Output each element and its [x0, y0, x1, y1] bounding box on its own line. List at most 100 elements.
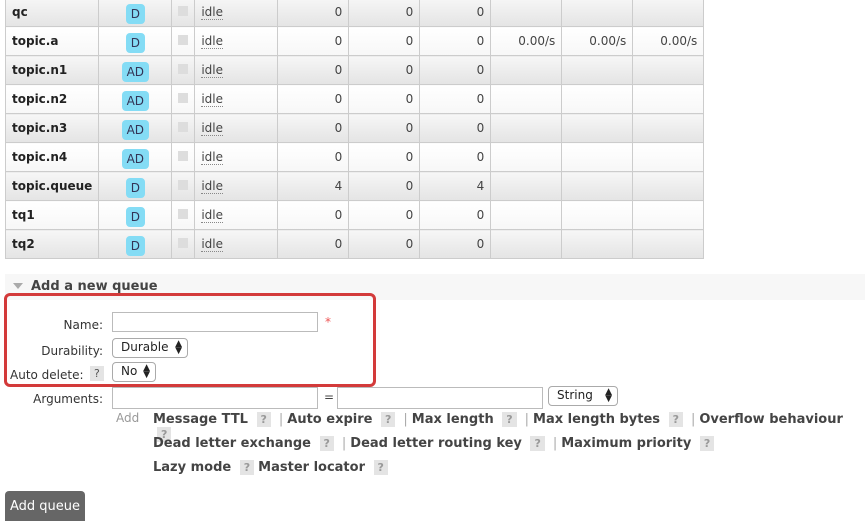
argument-key-input[interactable] — [112, 387, 318, 409]
durability-label: Durability: — [41, 344, 103, 358]
exclusive-checkbox-cell — [171, 142, 196, 172]
rate-deliver-cell: 0.00/s — [561, 26, 634, 56]
queue-name-link[interactable]: tq2 — [12, 237, 35, 251]
help-icon[interactable]: ? — [373, 460, 388, 475]
messages-ready-cell: 0 — [277, 26, 350, 56]
messages-unacked-cell: 0 — [348, 26, 421, 56]
queue-name-link-cell: topic.n4 — [4, 142, 100, 172]
messages-total: 0 — [476, 34, 485, 48]
messages-ready: 0 — [334, 121, 343, 135]
help-icon[interactable]: ? — [239, 460, 255, 475]
features-badge-cell: AD — [98, 55, 173, 85]
rate-incoming-cell — [490, 55, 563, 85]
help-icon[interactable]: ? — [381, 412, 396, 427]
separator: | — [278, 412, 284, 427]
queue-name-link[interactable]: topic.n1 — [12, 63, 67, 77]
argument-shortcut-link[interactable]: Max length bytes — [533, 412, 660, 427]
queue-name-link[interactable]: topic.a — [12, 34, 58, 48]
exclusive-checkbox — [178, 64, 189, 74]
features-badge: AD — [121, 149, 150, 169]
messages-total-cell: 0 — [419, 113, 492, 143]
rate-deliver-cell — [561, 113, 634, 143]
messages-total-cell: 0 — [419, 0, 492, 27]
argument-shortcut-link[interactable]: Lazy mode — [153, 460, 231, 475]
messages-ready-cell: 0 — [277, 142, 350, 172]
queue-name-link[interactable]: topic.n2 — [12, 92, 67, 106]
separator: | — [524, 412, 530, 427]
help-icon[interactable]: ? — [502, 412, 517, 427]
features-badge: D — [125, 178, 145, 198]
queue-name-link[interactable]: topic.n4 — [12, 150, 67, 164]
table-row: topic.a Didle 0 0 0 0.00/s 0.00/s 0.00/s — [4, 26, 705, 56]
features-badge-cell: D — [98, 200, 173, 230]
argument-shortcut-link[interactable]: Dead letter exchange — [153, 436, 311, 451]
add-queue-button[interactable]: Add queue — [5, 491, 85, 521]
argument-shortcut-link[interactable]: Maximum priority — [561, 436, 691, 451]
messages-ready: 4 — [334, 179, 343, 193]
separator: | — [552, 436, 558, 451]
messages-ready: 0 — [334, 208, 343, 222]
auto-delete-label: Auto delete: — [10, 368, 84, 382]
name-label: Name: — [63, 318, 103, 332]
help-icon[interactable]: ? — [668, 412, 683, 427]
rate-incoming-cell — [490, 200, 563, 230]
state-label-cell: idle — [194, 142, 279, 172]
state-label-cell: idle — [194, 171, 279, 201]
features-badge-cell: D — [98, 171, 173, 201]
messages-unacked: 0 — [405, 121, 414, 135]
features-badge-cell: D — [98, 26, 173, 56]
help-icon[interactable]: ? — [699, 436, 715, 451]
exclusive-checkbox-cell — [171, 84, 196, 114]
state-label-cell: idle — [194, 26, 279, 56]
messages-ready: 0 — [334, 92, 343, 106]
queue-name-link[interactable]: tq1 — [12, 208, 35, 222]
messages-ready: 0 — [334, 5, 343, 19]
argument-shortcut-link[interactable]: Master locator — [258, 460, 365, 475]
help-icon[interactable]: ? — [319, 436, 334, 451]
state-label-cell: idle — [194, 55, 279, 85]
rate-deliver-cell — [561, 200, 634, 230]
messages-total: 0 — [476, 63, 485, 77]
rate-incoming-cell — [490, 113, 563, 143]
messages-total: 0 — [476, 5, 485, 19]
exclusive-checkbox — [178, 151, 189, 161]
messages-total: 0 — [476, 208, 485, 222]
argument-shortcut-link[interactable]: Auto expire — [287, 412, 372, 427]
queue-name-link[interactable]: topic.n3 — [12, 121, 67, 135]
exclusive-checkbox-cell — [171, 26, 196, 56]
exclusive-checkbox-cell — [171, 229, 196, 259]
messages-total-cell: 0 — [419, 26, 492, 56]
argument-shortcut-link[interactable]: Message TTL — [153, 412, 248, 427]
argument-shortcut-link[interactable]: Max length — [412, 412, 494, 427]
rate-incoming-cell — [490, 84, 563, 114]
messages-unacked-cell: 0 — [348, 229, 421, 259]
queue-name-link-cell: tq2 — [4, 229, 100, 259]
messages-total-cell: 0 — [419, 142, 492, 172]
queues-table: qc Didle 0 0 0 topic.a Didle 0 0 0 0.00/s 0.00/s 0.0… — [4, 0, 705, 259]
features-badge-cell: AD — [98, 142, 173, 172]
messages-total: 4 — [476, 179, 485, 193]
separator: | — [403, 412, 408, 427]
name-input[interactable] — [112, 312, 318, 332]
argument-type-select[interactable]: String ▲ ▼ — [548, 386, 618, 406]
messages-total-cell: 0 — [419, 84, 492, 114]
help-icon[interactable]: ? — [256, 412, 271, 427]
queue-name-link[interactable]: topic.queue — [12, 179, 92, 193]
help-icon[interactable]: ? — [530, 436, 545, 451]
required-mark: * — [325, 315, 331, 329]
argument-value-input[interactable] — [337, 387, 543, 409]
auto-delete-help-icon[interactable]: ? — [90, 366, 104, 381]
features-badge-cell: D — [98, 229, 173, 259]
argument-shortcut-link[interactable]: Overflow behaviour — [699, 412, 843, 427]
argument-shortcut-link[interactable]: Dead letter routing key — [350, 436, 522, 451]
messages-ready: 0 — [334, 150, 343, 164]
queue-name-link-cell: topic.n1 — [4, 55, 100, 85]
rate-deliver-cell — [561, 142, 634, 172]
rate-ack-cell — [632, 229, 705, 259]
queue-name-link[interactable]: qc — [12, 5, 28, 19]
auto-delete-select[interactable]: No ▲ ▼ — [112, 362, 156, 382]
durability-select[interactable]: Durable ▲ ▼ — [112, 338, 188, 358]
messages-unacked: 0 — [405, 5, 414, 19]
rate-incoming-cell — [490, 0, 563, 27]
messages-unacked-cell: 0 — [348, 84, 421, 114]
